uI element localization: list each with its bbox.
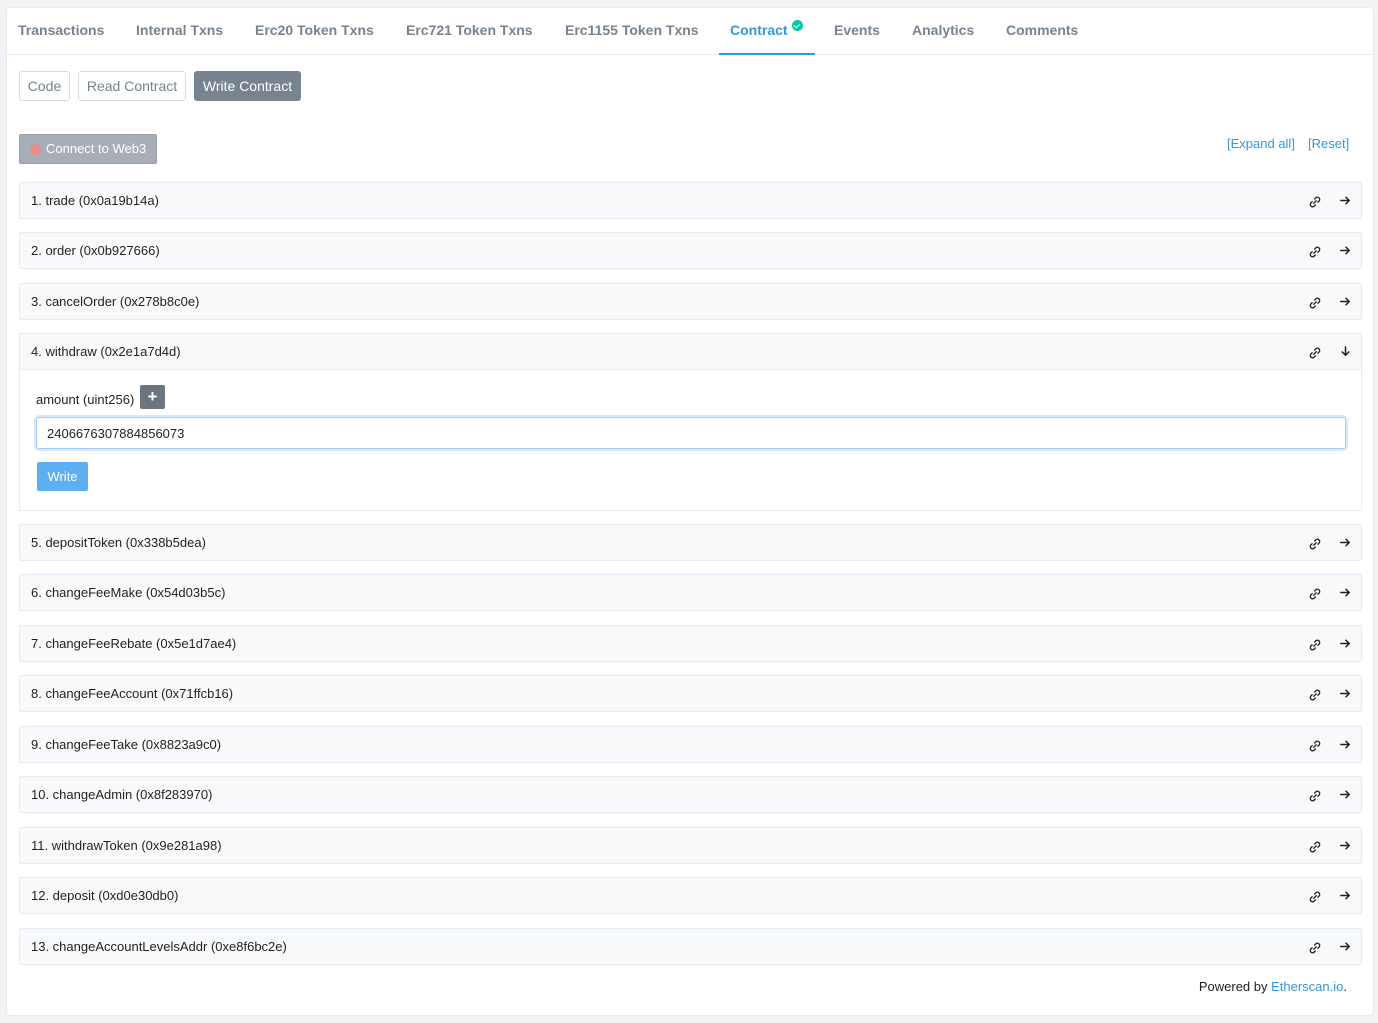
arrow-right-icon[interactable] [1338, 243, 1353, 258]
function-label: 4. withdraw (0x2e1a7d4d) [31, 344, 181, 359]
tab-contract[interactable]: Contract [730, 8, 788, 55]
link-icon[interactable] [1308, 537, 1322, 551]
amount-input[interactable] [36, 417, 1346, 449]
function-label: 10. changeAdmin (0x8f283970) [31, 787, 213, 802]
reset-link[interactable]: [Reset] [1308, 136, 1349, 151]
param-label: amount (uint256) [36, 392, 135, 407]
tab-bar: Transactions Internal Txns Erc20 Token T… [7, 8, 1373, 55]
footer: Powered by Etherscan.io. [1199, 979, 1347, 994]
etherscan-link[interactable]: Etherscan.io [1271, 979, 1343, 994]
tab-analytics[interactable]: Analytics [912, 8, 974, 55]
function-label: 9. changeFeeTake (0x8823a9c0) [31, 737, 222, 752]
tab-erc721-token-txns[interactable]: Erc721 Token Txns [406, 8, 533, 55]
function-row[interactable]: 10. changeAdmin (0x8f283970) [19, 776, 1362, 813]
contract-card: Transactions Internal Txns Erc20 Token T… [6, 7, 1374, 1016]
write-button[interactable]: Write [37, 462, 88, 491]
arrow-right-icon[interactable] [1338, 888, 1353, 903]
function-label: 3. cancelOrder (0x278b8c0e) [31, 294, 200, 309]
link-icon[interactable] [1308, 195, 1322, 209]
function-row[interactable]: 13. changeAccountLevelsAddr (0xe8f6bc2e) [19, 928, 1362, 965]
function-label: 7. changeFeeRebate (0x5e1d7ae4) [31, 636, 237, 651]
arrow-right-icon[interactable] [1338, 686, 1353, 701]
function-label: 13. changeAccountLevelsAddr (0xe8f6bc2e) [31, 939, 287, 954]
link-icon[interactable] [1308, 587, 1322, 601]
arrow-down-icon[interactable] [1338, 344, 1353, 359]
tab-erc1155-token-txns[interactable]: Erc1155 Token Txns [565, 8, 699, 55]
function-row[interactable]: 5. depositToken (0x338b5dea) [19, 524, 1362, 561]
footer-suffix: . [1343, 979, 1347, 994]
function-label: 12. deposit (0xd0e30db0) [31, 888, 179, 903]
footer-prefix: Powered by [1198, 979, 1272, 994]
subtab-write-contract[interactable]: Write Contract [194, 71, 301, 101]
arrow-right-icon[interactable] [1338, 838, 1353, 853]
link-icon[interactable] [1308, 941, 1322, 955]
link-icon[interactable] [1308, 890, 1322, 904]
arrow-right-icon[interactable] [1338, 737, 1353, 752]
arrow-right-icon[interactable] [1338, 787, 1353, 802]
tab-events[interactable]: Events [834, 8, 880, 55]
function-label: 6. changeFeeMake (0x54d03b5c) [31, 585, 226, 600]
tab-erc20-token-txns[interactable]: Erc20 Token Txns [255, 8, 374, 55]
verified-check-icon [792, 20, 803, 31]
link-icon[interactable] [1308, 789, 1322, 803]
arrow-right-icon[interactable] [1338, 585, 1353, 600]
arrow-right-icon[interactable] [1338, 193, 1353, 208]
subtab-code[interactable]: Code [19, 71, 70, 101]
function-row[interactable]: 2. order (0x0b927666) [19, 232, 1362, 269]
arrow-right-icon[interactable] [1338, 294, 1353, 309]
function-row[interactable]: 1. trade (0x0a19b14a) [19, 182, 1362, 219]
function-row[interactable]: 4. withdraw (0x2e1a7d4d) [19, 333, 1362, 370]
withdraw-form: amount (uint256) + Write [19, 370, 1362, 511]
add-parameter-button[interactable]: + [140, 385, 165, 409]
link-icon[interactable] [1308, 840, 1322, 854]
link-icon[interactable] [1308, 296, 1322, 310]
function-label: 2. order (0x0b927666) [31, 243, 160, 258]
function-row[interactable]: 7. changeFeeRebate (0x5e1d7ae4) [19, 625, 1362, 662]
function-row[interactable]: 3. cancelOrder (0x278b8c0e) [19, 283, 1362, 320]
arrow-right-icon[interactable] [1338, 636, 1353, 651]
arrow-right-icon[interactable] [1338, 535, 1353, 550]
link-icon[interactable] [1308, 245, 1322, 259]
function-row[interactable]: 9. changeFeeTake (0x8823a9c0) [19, 726, 1362, 763]
function-row[interactable]: 6. changeFeeMake (0x54d03b5c) [19, 574, 1362, 611]
tab-comments[interactable]: Comments [1006, 8, 1078, 55]
function-row[interactable]: 8. changeFeeAccount (0x71ffcb16) [19, 675, 1362, 712]
link-icon[interactable] [1308, 688, 1322, 702]
tab-transactions[interactable]: Transactions [18, 8, 104, 55]
function-row[interactable]: 12. deposit (0xd0e30db0) [19, 877, 1362, 914]
link-icon[interactable] [1308, 739, 1322, 753]
function-label: 8. changeFeeAccount (0x71ffcb16) [31, 686, 234, 701]
connect-web3-button[interactable]: Connect to Web3 [19, 134, 157, 164]
connect-web3-label: Connect to Web3 [46, 141, 147, 156]
link-icon[interactable] [1308, 638, 1322, 652]
active-tab-underline [719, 53, 815, 55]
function-row[interactable]: 11. withdrawToken (0x9e281a98) [19, 827, 1362, 864]
function-label: 11. withdrawToken (0x9e281a98) [31, 838, 222, 853]
disconnected-status-icon [30, 144, 41, 155]
arrow-right-icon[interactable] [1338, 939, 1353, 954]
function-label: 1. trade (0x0a19b14a) [31, 193, 159, 208]
link-icon[interactable] [1308, 346, 1322, 360]
subtab-read-contract[interactable]: Read Contract [78, 71, 186, 101]
function-label: 5. depositToken (0x338b5dea) [31, 535, 206, 550]
tab-internal-txns[interactable]: Internal Txns [136, 8, 223, 55]
expand-all-link[interactable]: [Expand all] [1227, 136, 1295, 151]
